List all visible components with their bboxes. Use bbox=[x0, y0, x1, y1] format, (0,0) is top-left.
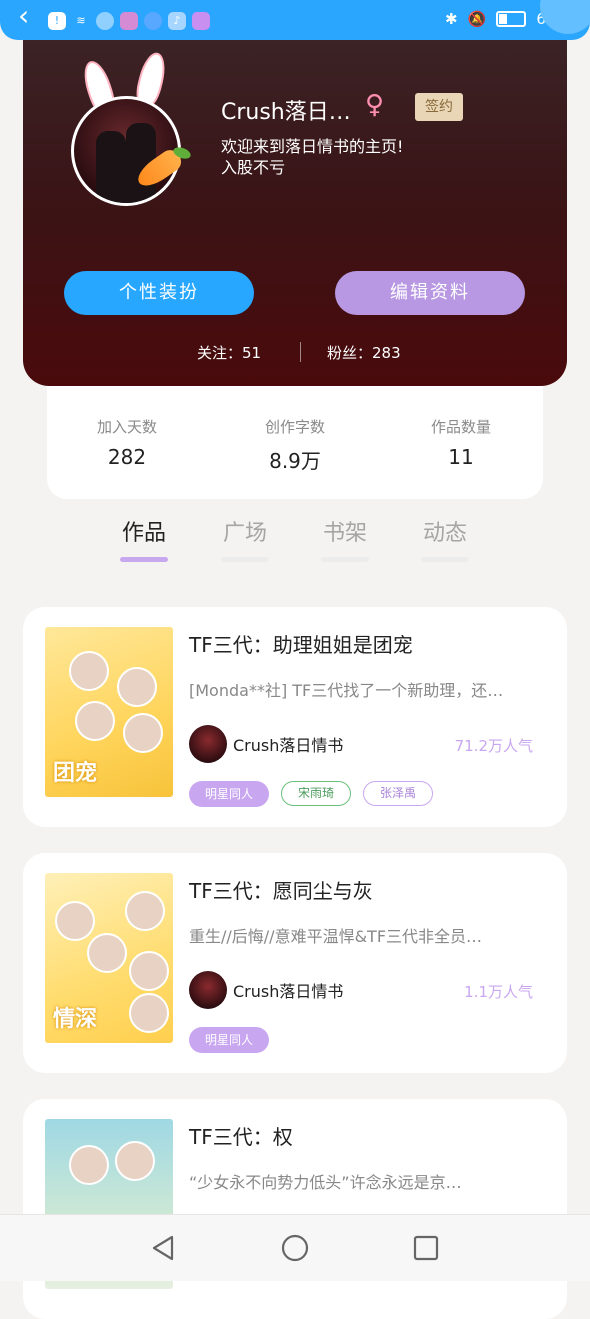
tab-activity[interactable]: 动态 bbox=[415, 515, 475, 562]
dress-up-button[interactable]: 个性装扮 bbox=[64, 271, 254, 315]
battery-icon bbox=[496, 11, 527, 27]
stat-label: 作品数量 bbox=[430, 418, 491, 436]
author-name: Crush落日情书 bbox=[233, 736, 344, 755]
alert-icon: ! bbox=[48, 12, 66, 30]
author-name: Crush落日情书 bbox=[233, 982, 344, 1001]
tag[interactable]: 明星同人 bbox=[189, 781, 270, 807]
stat-label: 加入天数 bbox=[96, 418, 157, 436]
tab-square[interactable]: 广场 bbox=[215, 515, 275, 562]
username: Crush落日… bbox=[221, 100, 351, 125]
stat-label: 创作字数 bbox=[264, 418, 325, 436]
work-card[interactable]: 团宠 TF三代：助理姐姐是团宠 [Monda**社] TF三代找了一个新助理，还… bbox=[23, 607, 567, 827]
bluetooth-icon: ✱ bbox=[445, 10, 458, 28]
female-icon: ♀ bbox=[365, 90, 385, 120]
cover-caption: 团宠 bbox=[53, 761, 98, 786]
tag-list: 明星同人 宋雨琦 张泽禹 bbox=[189, 781, 434, 807]
nav-recents-icon[interactable] bbox=[411, 1233, 441, 1263]
author-avatar bbox=[189, 725, 227, 763]
popularity: 1.1万人气 bbox=[464, 983, 533, 1001]
music-icon: ♪ bbox=[168, 12, 186, 30]
work-title[interactable]: TF三代：权 bbox=[189, 1121, 293, 1150]
system-nav-bar bbox=[0, 1214, 590, 1281]
wifi-icon: ≋ bbox=[76, 14, 86, 27]
tab-bookshelf[interactable]: 书架 bbox=[315, 515, 375, 562]
nav-home-icon[interactable] bbox=[280, 1233, 310, 1263]
tab-works[interactable]: 作品 bbox=[114, 515, 174, 562]
edit-profile-button[interactable]: 编辑资料 bbox=[335, 271, 525, 315]
tag[interactable]: 张泽禹 bbox=[363, 781, 434, 806]
mute-icon: 🔕 bbox=[467, 10, 487, 28]
cover-caption: 情深 bbox=[53, 1007, 98, 1032]
stat-value: 8.9万 bbox=[269, 449, 321, 473]
following-count[interactable]: 关注：51 bbox=[197, 342, 261, 363]
nav-back-icon[interactable] bbox=[148, 1233, 178, 1263]
follow-stats: 关注：51 粉丝：283 bbox=[23, 342, 567, 362]
author-avatar bbox=[189, 971, 227, 1009]
back-arrow-icon[interactable]: ‹ bbox=[18, 2, 29, 30]
work-author[interactable]: Crush落日情书 bbox=[189, 971, 343, 1009]
profile-header: Crush落日… ♀ 签约 欢迎来到落日情书的主页! 入股不亏 个性装扮 编辑资… bbox=[23, 38, 567, 386]
work-title[interactable]: TF三代：愿同尘与灰 bbox=[189, 875, 373, 904]
work-author[interactable]: Crush落日情书 bbox=[189, 725, 343, 763]
work-description: “少女永不向势力低头”许念永远是京… bbox=[189, 1173, 462, 1192]
app-icon bbox=[96, 12, 114, 30]
profile-bio: 欢迎来到落日情书的主页! 入股不亏 bbox=[221, 137, 404, 177]
stat-value: 11 bbox=[448, 445, 474, 469]
tag-list: 明星同人 bbox=[189, 1027, 270, 1053]
app-icon bbox=[192, 12, 210, 30]
book-cover[interactable]: 情深 bbox=[45, 873, 173, 1043]
stat-words: 创作字数 8.9万 bbox=[225, 416, 365, 474]
followers-count[interactable]: 粉丝：283 bbox=[327, 342, 401, 363]
stat-works: 作品数量 11 bbox=[391, 416, 531, 469]
floating-ball[interactable] bbox=[540, 0, 590, 34]
stat-value: 282 bbox=[107, 445, 147, 469]
work-card[interactable]: TF三代：权 “少女永不向势力低头”许念永远是京… bbox=[23, 1099, 567, 1319]
app-icon bbox=[120, 12, 138, 30]
work-description: 重生//后悔//意难平温悍&TF三代非全员… bbox=[189, 927, 483, 946]
status-bar: ‹ ! ≋ ♪ ✱ 🔕 6:56 bbox=[0, 0, 590, 40]
tag[interactable]: 宋雨琦 bbox=[281, 781, 352, 806]
stats-card: 加入天数 282 创作字数 8.9万 作品数量 11 bbox=[47, 386, 543, 499]
book-cover[interactable]: 团宠 bbox=[45, 627, 173, 797]
tag[interactable]: 明星同人 bbox=[189, 1027, 270, 1053]
work-card[interactable]: 情深 TF三代：愿同尘与灰 重生//后悔//意难平温悍&TF三代非全员… Cru… bbox=[23, 853, 567, 1073]
stat-days: 加入天数 282 bbox=[57, 416, 197, 469]
work-description: [Monda**社] TF三代找了一个新助理，还… bbox=[189, 681, 504, 700]
work-title[interactable]: TF三代：助理姐姐是团宠 bbox=[189, 629, 413, 658]
content-tabs: 作品 广场 书架 动态 bbox=[0, 515, 590, 565]
popularity: 71.2万人气 bbox=[454, 737, 533, 755]
app-icon bbox=[144, 12, 162, 30]
divider bbox=[300, 342, 301, 362]
signed-badge: 签约 bbox=[415, 93, 463, 121]
